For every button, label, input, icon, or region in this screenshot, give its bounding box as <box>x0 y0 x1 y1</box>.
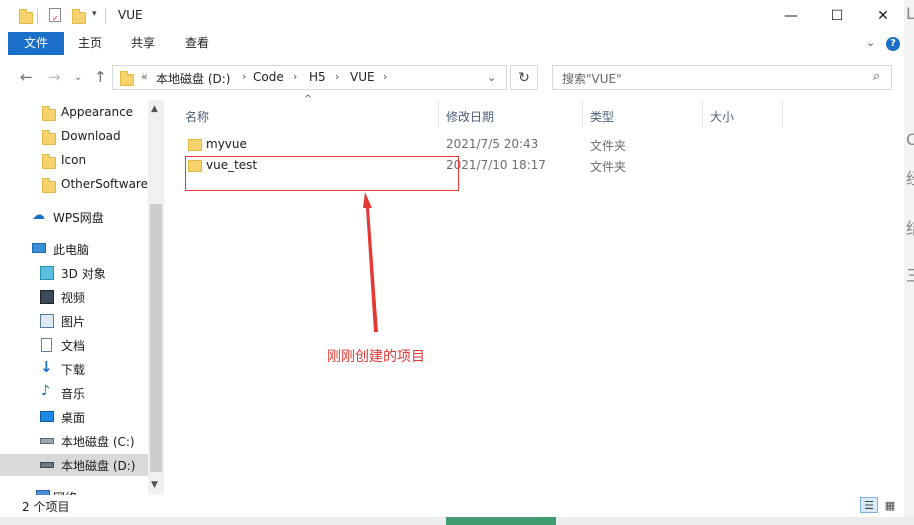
file-date: 2021/7/5 20:43 <box>446 137 539 151</box>
sidebar-item-icon[interactable]: Icon <box>0 150 148 172</box>
annotation-highlight-box <box>185 156 459 191</box>
sidebar-item-wps[interactable]: ☁ WPS网盘 <box>0 206 148 228</box>
tab-home[interactable]: 主页 <box>66 32 114 55</box>
column-header-type[interactable]: 类型 <box>590 108 614 125</box>
folder-icon <box>19 9 33 24</box>
music-note-icon: ♪ <box>41 383 50 399</box>
background-window: L C 经 结 三 <box>904 0 914 525</box>
chevron-right-icon[interactable]: › <box>293 70 297 83</box>
folder-icon <box>42 154 56 169</box>
column-header-date[interactable]: 修改日期 <box>446 108 494 125</box>
sidebar-item-appearance[interactable]: Appearance <box>0 102 148 124</box>
search-icon: ⌕ <box>873 69 881 84</box>
file-type: 文件夹 <box>590 160 627 174</box>
close-button[interactable]: ✕ <box>860 0 906 32</box>
tab-share[interactable]: 共享 <box>118 32 168 55</box>
sidebar-item-videos[interactable]: 视频 <box>0 286 148 308</box>
expand-ribbon-icon[interactable]: ⌄ <box>866 36 875 49</box>
address-dropdown-icon[interactable]: ⌄ <box>487 71 496 84</box>
window-title: VUE <box>118 8 143 22</box>
refresh-button[interactable]: ↻ <box>510 65 538 90</box>
new-folder-icon[interactable] <box>72 9 86 24</box>
chevron-right-icon[interactable]: › <box>242 70 246 83</box>
breadcrumb-code[interactable]: Code <box>253 70 284 84</box>
minimize-button[interactable]: — <box>768 0 814 32</box>
breadcrumb-h5[interactable]: H5 <box>309 70 326 84</box>
forward-button[interactable]: → <box>48 68 61 86</box>
item-count: 2 个项目 <box>22 500 70 514</box>
properties-icon[interactable]: ✓ <box>49 8 61 23</box>
drive-icon <box>40 438 54 444</box>
scrollbar-thumb[interactable] <box>150 204 162 472</box>
title-bar: ✓ ▾ VUE — ☐ ✕ <box>0 0 904 32</box>
folder-icon <box>120 71 134 86</box>
sidebar-item-othersoftware[interactable]: OtherSoftware <box>0 174 148 196</box>
breadcrumb-vue[interactable]: VUE <box>350 70 375 84</box>
chevron-right-icon[interactable]: › <box>383 70 387 83</box>
back-button[interactable]: ← <box>20 68 33 86</box>
sidebar-item-desktop[interactable]: 桌面 <box>0 406 148 428</box>
sort-ascending-icon: ^ <box>304 94 313 105</box>
maximize-button[interactable]: ☐ <box>814 0 860 32</box>
search-input[interactable]: 搜索"VUE" ⌕ <box>552 65 892 90</box>
customize-quick-access-icon[interactable]: ▾ <box>92 9 97 19</box>
cloud-icon: ☁ <box>32 208 45 223</box>
folder-icon <box>42 178 56 193</box>
chevron-right-icon[interactable]: › <box>335 70 339 83</box>
file-row-myvue[interactable]: myvue 2021/7/5 20:43 文件夹 <box>178 134 738 155</box>
address-bar[interactable]: « 本地磁盘 (D:) › Code › H5 › VUE › ⌄ <box>112 65 507 90</box>
video-icon <box>40 290 54 304</box>
large-icons-view-icon[interactable]: ▦ <box>881 497 899 513</box>
cube-icon <box>40 266 54 280</box>
navigation-pane: Appearance Download Icon OtherSoftware ☁… <box>0 100 164 495</box>
scroll-down-icon[interactable]: ▼ <box>151 480 158 490</box>
tab-file[interactable]: 文件 <box>8 32 64 55</box>
document-icon <box>41 338 52 352</box>
background-page <box>0 517 914 525</box>
column-header-name[interactable]: 名称 <box>185 108 209 125</box>
sidebar-item-music[interactable]: ♪ 音乐 <box>0 382 148 404</box>
sidebar-item-3d-objects[interactable]: 3D 对象 <box>0 262 148 284</box>
scroll-up-icon[interactable]: ▲ <box>151 104 158 114</box>
download-arrow-icon: ↓ <box>40 358 53 376</box>
folder-icon <box>42 130 56 145</box>
tab-view[interactable]: 查看 <box>172 32 222 55</box>
file-name: myvue <box>206 137 247 151</box>
picture-icon <box>40 314 54 328</box>
navigation-bar: ← → ⌄ ↑ « 本地磁盘 (D:) › Code › H5 › VUE › … <box>0 56 904 100</box>
sidebar-scrollbar[interactable]: ▲ ▼ <box>148 100 164 495</box>
drive-icon <box>40 462 54 468</box>
sidebar-item-documents[interactable]: 文档 <box>0 334 148 356</box>
sidebar-item-download[interactable]: Download <box>0 126 148 148</box>
details-view-icon[interactable]: ☰ <box>860 497 878 513</box>
ribbon-tabs: 文件 主页 共享 查看 ⌄ ? <box>0 32 904 56</box>
sidebar-item-pictures[interactable]: 图片 <box>0 310 148 332</box>
desktop-icon <box>40 411 54 422</box>
column-header-size[interactable]: 大小 <box>710 108 734 125</box>
status-bar: 2 个项目 ☰ ▦ <box>0 495 904 517</box>
help-icon[interactable]: ? <box>886 37 900 51</box>
computer-icon <box>32 243 46 253</box>
sidebar-item-downloads[interactable]: ↓ 下载 <box>0 358 148 380</box>
sidebar-item-d-drive[interactable]: 本地磁盘 (D:) <box>0 454 148 476</box>
sidebar-item-this-pc[interactable]: 此电脑 <box>0 238 148 260</box>
folder-icon <box>42 106 56 121</box>
sidebar-item-network[interactable]: 网络 <box>0 486 148 495</box>
annotation-label: 刚刚创建的项目 <box>327 349 425 365</box>
overflow-icon[interactable]: « <box>141 70 148 83</box>
sidebar-item-c-drive[interactable]: 本地磁盘 (C:) <box>0 430 148 452</box>
up-button[interactable]: ↑ <box>94 68 107 86</box>
recent-locations-button[interactable]: ⌄ <box>74 72 82 83</box>
file-type: 文件夹 <box>590 139 627 153</box>
folder-icon <box>188 139 202 151</box>
annotation-arrow-icon <box>363 192 378 332</box>
search-placeholder: 搜索"VUE" <box>562 72 622 86</box>
file-date: 2021/7/10 18:17 <box>446 158 546 172</box>
breadcrumb-d-drive[interactable]: 本地磁盘 (D:) <box>156 70 230 87</box>
